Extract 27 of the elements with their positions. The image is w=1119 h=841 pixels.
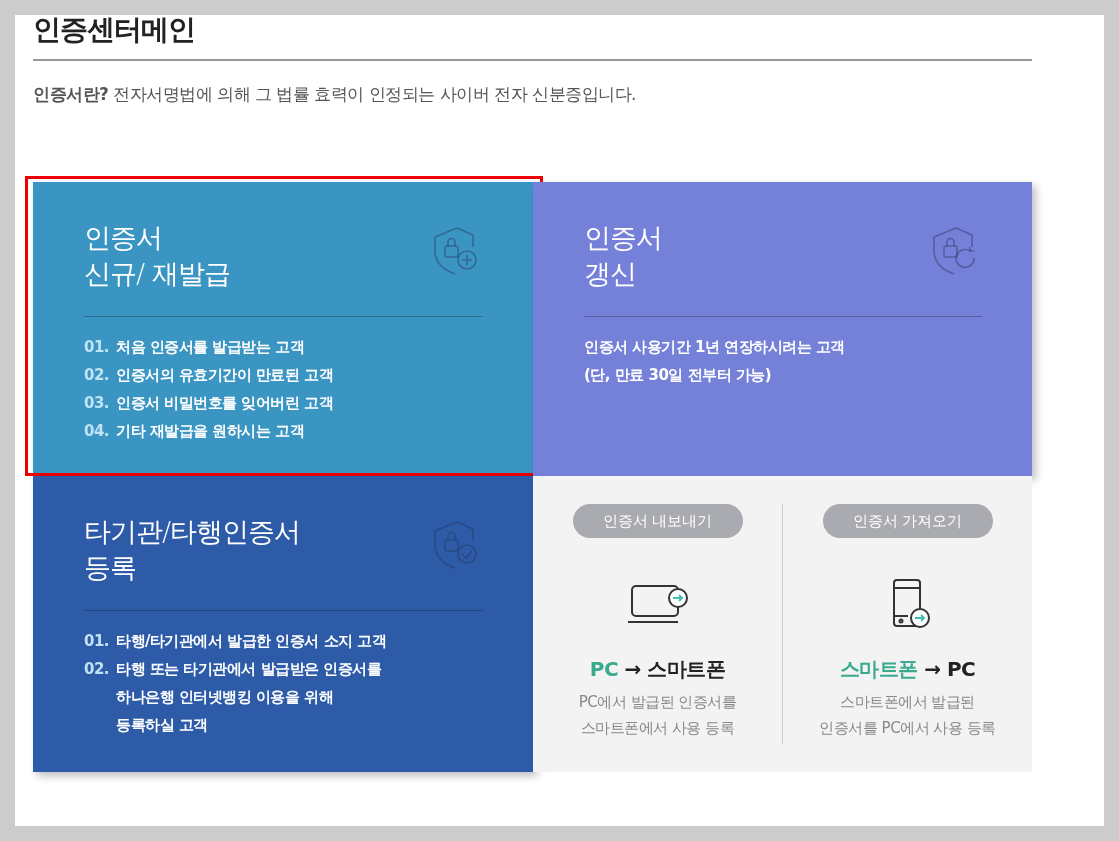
transfer-button[interactable]: 인증서 내보내기 (572, 504, 743, 538)
list-item-text: 하나은행 인터넷뱅킹 이용을 위해 (116, 687, 335, 708)
list-number: 02. (84, 659, 111, 680)
list-item-text: 타행/타기관에서 발급한 인증서 소지 고객 (116, 631, 387, 652)
list-item-text: 등록하실 고객 (116, 715, 209, 736)
list-number: 02. (84, 365, 111, 386)
list-number: 04. (84, 421, 111, 442)
list-number: 03. (84, 393, 111, 414)
transfer-direction: 스마트폰 → PC (839, 656, 976, 683)
list-number: 01. (84, 337, 111, 358)
list-item-text: 인증서의 유효기간이 만료된 고객 (116, 365, 334, 386)
card-title: 타기관/타행인증서 등록 (84, 515, 301, 585)
list-item-text: (단, 만료 30일 전부터 가능) (584, 365, 772, 386)
card-title: 인증서 갱신 (584, 221, 662, 291)
list-item-text: 타행 또는 타기관에서 발급받은 인증서를 (116, 659, 382, 680)
transfer-direction: PC → 스마트폰 (589, 656, 726, 683)
list-item-text: 처음 인증서를 발급받는 고객 (116, 337, 305, 358)
list-item-text: 인증서 비밀번호를 잊어버린 고객 (116, 393, 334, 414)
card-title: 인증서 신규/ 재발급 (84, 221, 230, 291)
transfer-button[interactable]: 인증서 가져오기 (822, 504, 993, 538)
page-title: 인증센터메인 (33, 15, 196, 45)
intro-text: 인증서란? 전자서명법에 의해 그 법률 효력이 인정되는 사이버 전자 신분증입니다. (33, 83, 637, 106)
list-number: 01. (84, 631, 111, 652)
transfer-description: PC에서 발급된 인증서를 스마트폰에서 사용 등록 (578, 692, 737, 739)
list-item-text: 인증서 사용기간 1년 연장하시려는 고객 (584, 337, 845, 358)
list-item-text: 기타 재발급을 원하시는 고객 (116, 421, 305, 442)
transfer-description: 스마트폰에서 발급된 인증서를 PC에서 사용 등록 (819, 692, 996, 739)
